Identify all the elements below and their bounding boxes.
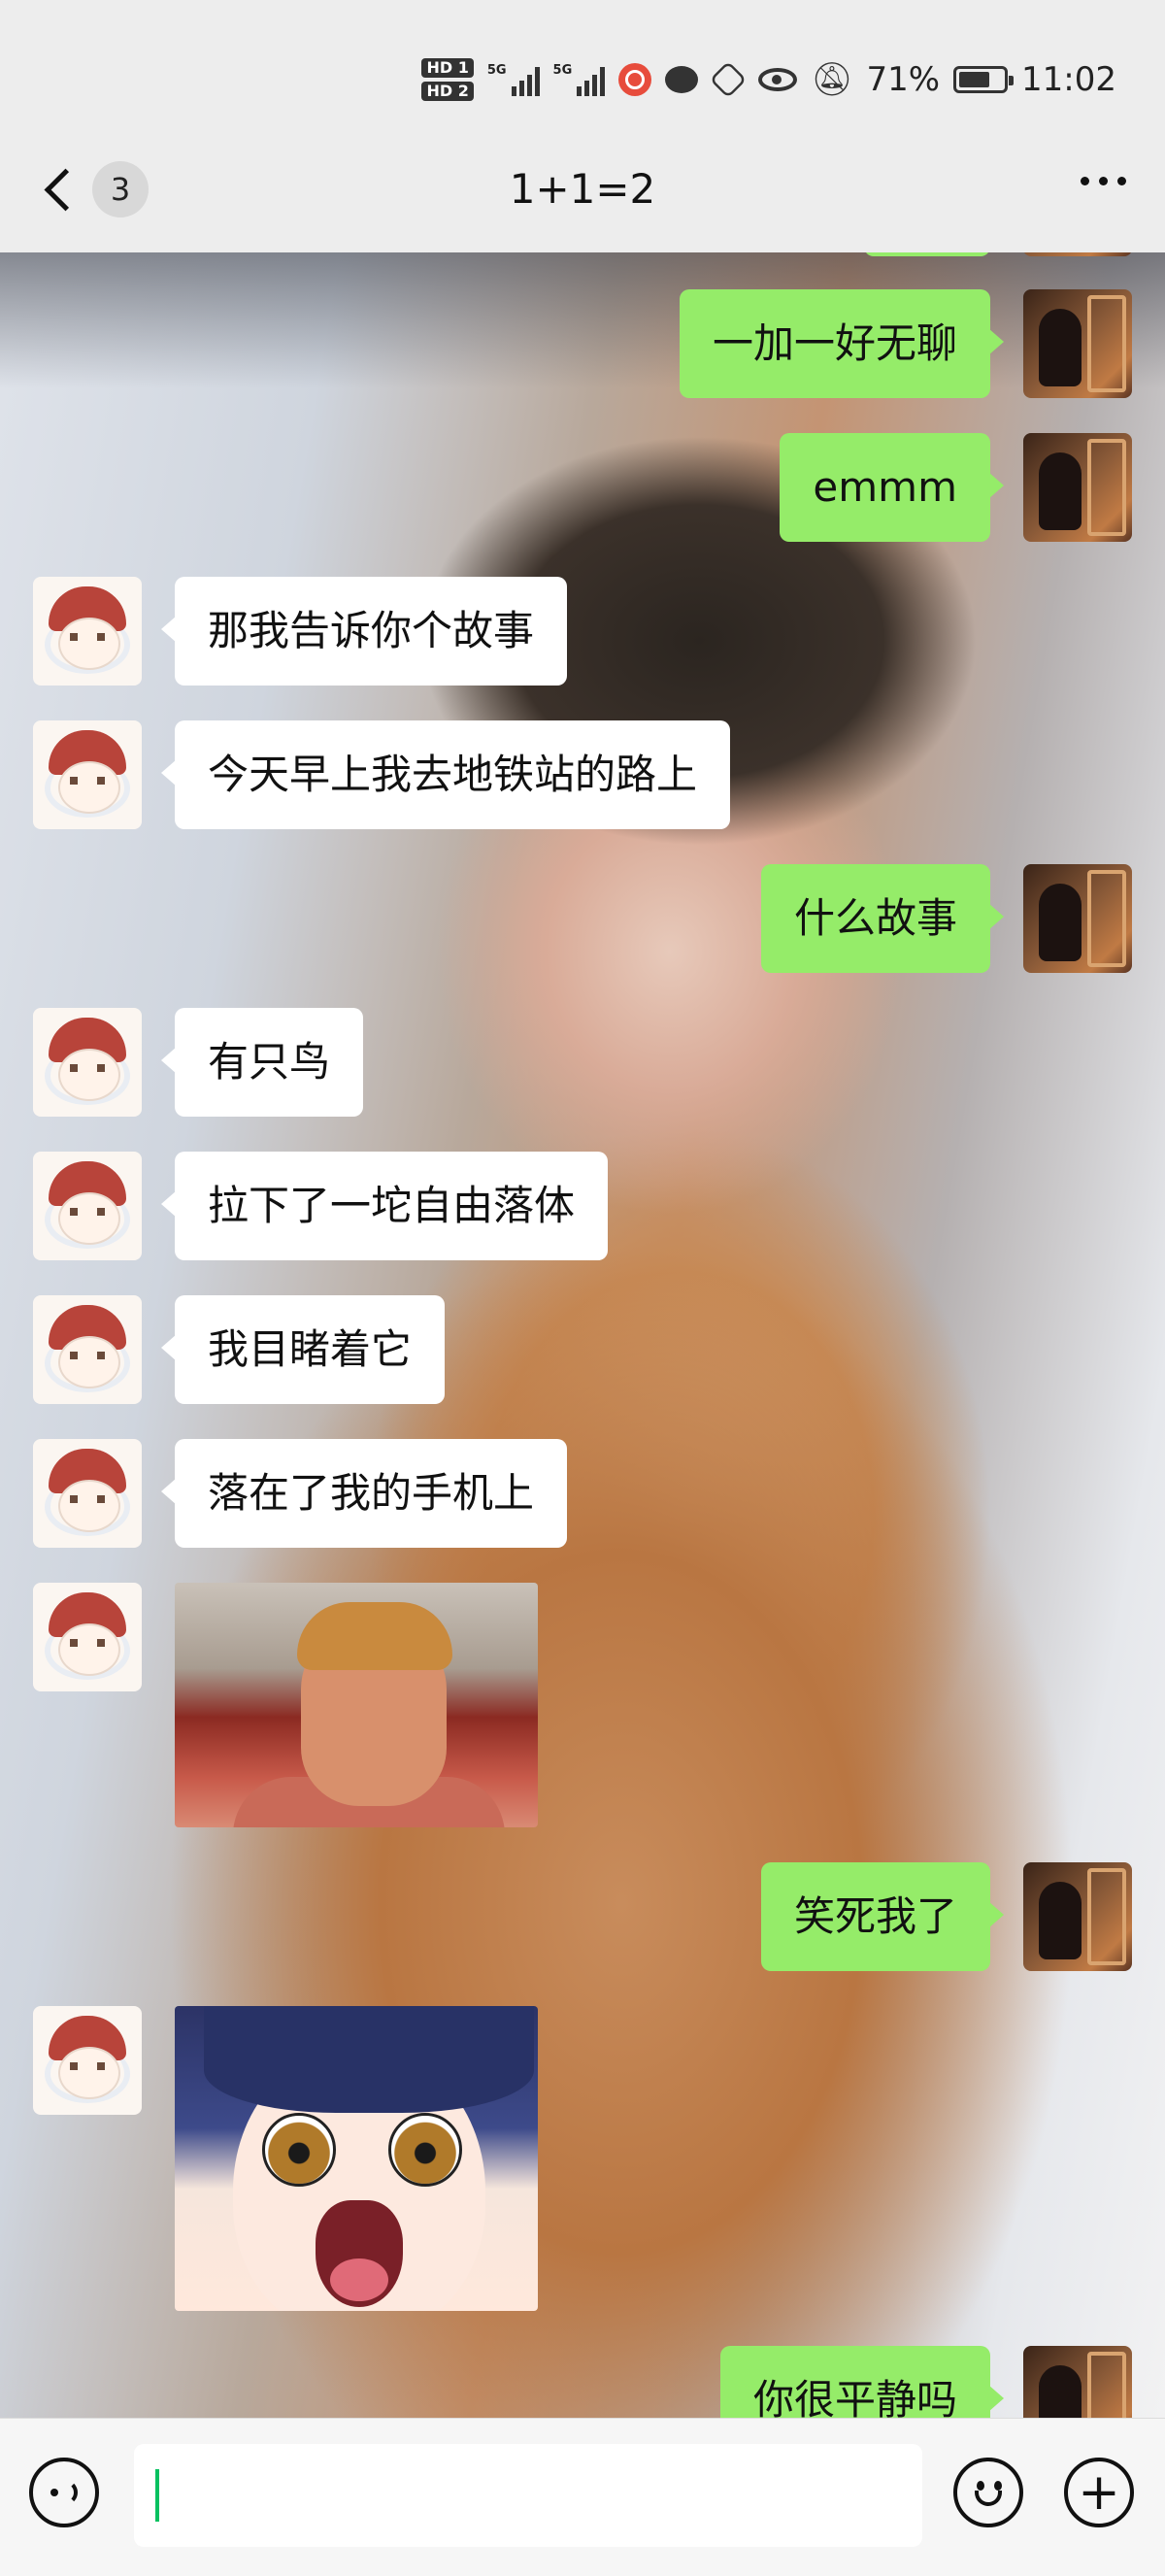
message-bubble[interactable]: 落在了我的手机上 — [160, 1439, 568, 1548]
contact-avatar[interactable] — [33, 1439, 142, 1548]
my-avatar[interactable] — [1023, 1862, 1132, 1971]
message-bubble[interactable]: 你很平静吗 — [719, 2346, 1005, 2418]
contact-avatar[interactable] — [33, 2006, 142, 2115]
message-bubble[interactable]: 一加一好无聊 — [679, 289, 1005, 398]
message-bubble[interactable]: 那我告诉你个故事 — [160, 577, 568, 686]
sim2-network-label: 5G — [552, 63, 573, 78]
hd-indicator: HD 1 HD 2 — [421, 58, 474, 101]
sim1-network-label: 5G — [486, 63, 507, 78]
chat-area[interactable]: 一加一好无聊 emmm 那我告诉你个故事 今天早上我去地铁站的路上 什么故事 有… — [0, 252, 1165, 2418]
my-avatar[interactable] — [1023, 289, 1132, 398]
contact-avatar[interactable] — [33, 1152, 142, 1260]
message-bubble[interactable]: 今天早上我去地铁站的路上 — [160, 720, 731, 829]
my-avatar[interactable] — [1023, 2346, 1132, 2418]
contact-avatar[interactable] — [33, 577, 142, 686]
status-bar: HD 1 HD 2 5G 5G 🔕︎ 71% 11:02 — [0, 0, 1165, 146]
emoji-icon — [977, 2481, 984, 2491]
battery-icon — [953, 66, 1015, 93]
contact-avatar[interactable] — [33, 720, 142, 829]
app-notification-icon — [710, 60, 748, 99]
message-bubble[interactable]: 什么故事 — [760, 864, 1005, 973]
my-avatar[interactable] — [1023, 433, 1132, 542]
voice-icon — [50, 2489, 58, 2496]
hd1-badge: HD 1 — [421, 58, 474, 78]
message-bubble[interactable]: 拉下了一坨自由落体 — [160, 1152, 609, 1260]
contact-avatar[interactable] — [33, 1295, 142, 1404]
message-bubble[interactable]: 笑死我了 — [760, 1862, 1005, 1971]
man-stare-sticker[interactable] — [175, 1583, 538, 1827]
input-bar: + — [0, 2418, 1165, 2576]
more-button[interactable] — [1081, 177, 1126, 185]
signal-sim2-icon: 5G — [553, 63, 606, 96]
status-icons: HD 1 HD 2 5G 5G 🔕︎ 71% 11:02 — [421, 52, 1116, 107]
text-caret — [155, 2469, 159, 2522]
plus-icon: + — [1078, 2463, 1120, 2522]
anime-shock-sticker[interactable] — [175, 2006, 538, 2311]
chat-title: 1+1=2 — [509, 165, 656, 213]
mute-bell-icon: 🔕︎ — [811, 60, 853, 99]
battery-fill — [959, 72, 990, 87]
clock: 11:02 — [1021, 60, 1116, 99]
notification-app-icon — [618, 63, 652, 96]
message-input[interactable] — [134, 2444, 922, 2547]
more-functions-button[interactable]: + — [1064, 2458, 1134, 2527]
emoji-button[interactable] — [953, 2458, 1023, 2527]
contact-avatar[interactable] — [33, 1583, 142, 1691]
message-bubble-cut[interactable] — [864, 252, 990, 256]
my-avatar[interactable] — [1023, 864, 1132, 973]
voice-button[interactable] — [29, 2458, 99, 2527]
my-avatar[interactable] — [1023, 252, 1132, 256]
hd2-badge: HD 2 — [421, 82, 474, 101]
message-bubble[interactable]: 有只鸟 — [160, 1008, 364, 1117]
battery-percent: 71% — [866, 60, 941, 99]
signal-sim1-icon: 5G — [487, 63, 540, 96]
contact-avatar[interactable] — [33, 1008, 142, 1117]
message-notification-icon — [665, 66, 699, 93]
eye-icon — [758, 68, 798, 91]
message-bubble[interactable]: emmm — [780, 433, 1004, 542]
message-bubble[interactable]: 我目睹着它 — [160, 1295, 446, 1404]
chat-header: 3 1+1=2 — [0, 126, 1165, 252]
more-icon — [1081, 177, 1089, 185]
